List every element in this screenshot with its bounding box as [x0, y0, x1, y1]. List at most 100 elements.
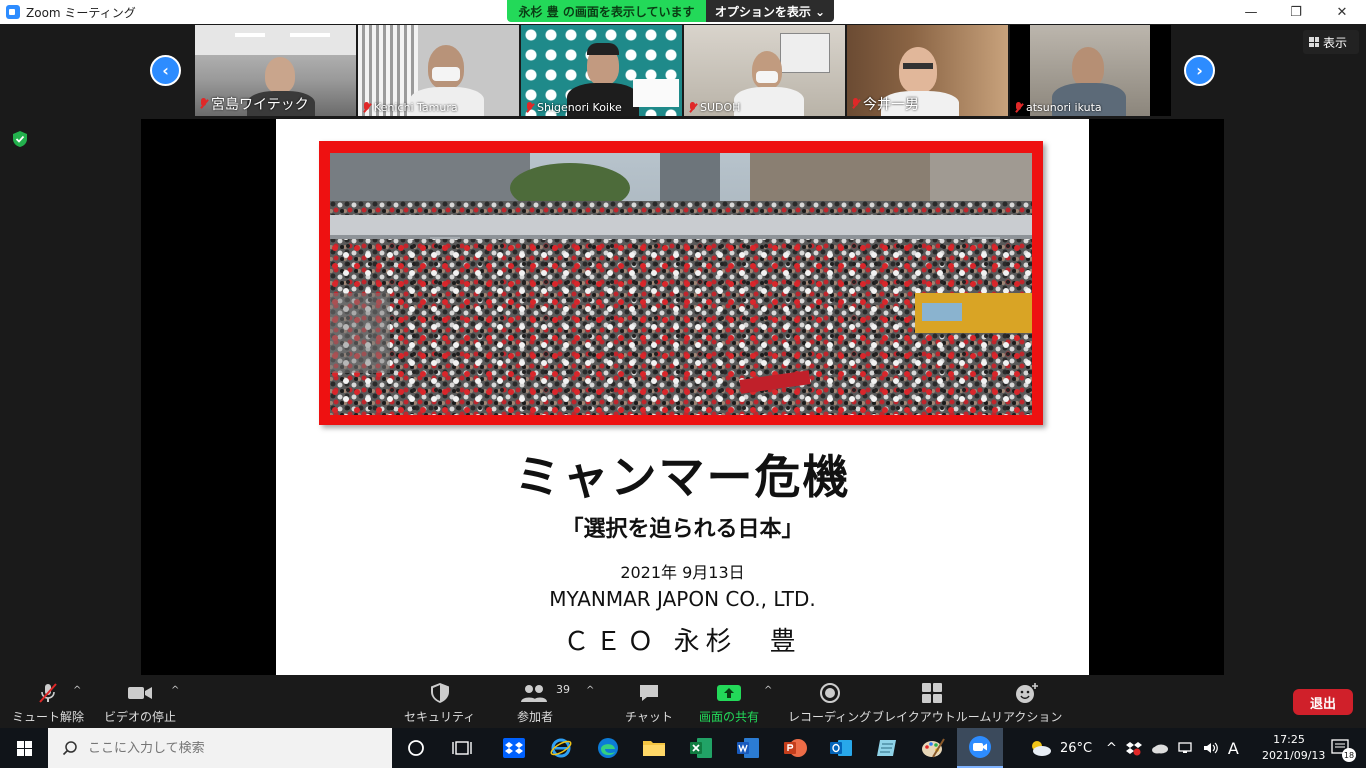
leave-meeting-button[interactable]: 退出 — [1293, 689, 1353, 715]
taskbar-excel[interactable] — [685, 732, 717, 764]
participant-gallery: 宮島ワイテック Kenichi Tamura Shigenori Koike S… — [195, 25, 1171, 116]
cortana-circle-icon — [408, 740, 424, 756]
chat-button[interactable]: チャット — [625, 681, 673, 725]
participant-name: Shigenori Koike — [525, 101, 622, 114]
view-mode-button[interactable]: 表示 — [1303, 30, 1359, 54]
notification-count-badge: 18 — [1342, 748, 1356, 762]
taskbar-powerpoint[interactable] — [779, 732, 811, 764]
video-options-caret[interactable]: ^ — [171, 685, 179, 696]
edge-browser-icon — [598, 738, 618, 758]
search-input[interactable] — [88, 740, 368, 756]
gallery-prev-button[interactable]: ‹ — [150, 55, 181, 86]
participant-tile[interactable]: SUDOH — [684, 25, 845, 116]
grid-view-icon — [1309, 37, 1319, 47]
sharing-status-text: 永杉 豊 の画面を表示しています — [507, 0, 706, 22]
weather-widget[interactable]: 26°C — [1028, 728, 1092, 768]
encryption-shield-icon[interactable] — [11, 129, 28, 148]
participant-name: atsunori ikuta — [1014, 101, 1102, 114]
screen-share-banner: 永杉 豊 の画面を表示しています オプションを表示 ⌄ — [507, 0, 834, 22]
breakout-rooms-button[interactable]: ブレイクアウトルーム — [872, 681, 991, 725]
mic-muted-icon — [688, 101, 697, 114]
reactions-button[interactable]: リアクション — [991, 681, 1062, 725]
shield-icon — [430, 681, 450, 705]
reactions-label: リアクション — [991, 710, 1063, 724]
slide-photo-frame — [319, 141, 1043, 425]
gallery-next-button[interactable]: › — [1184, 55, 1215, 86]
paint-palette-icon — [922, 738, 945, 758]
taskbar-word[interactable] — [732, 732, 764, 764]
tray-chevron-up-icon[interactable]: ^ — [1106, 741, 1117, 756]
participant-tile[interactable]: Kenichi Tamura — [358, 25, 519, 116]
network-icon[interactable] — [1178, 741, 1194, 755]
protest-crowd-photo — [330, 153, 1032, 415]
participants-icon: 39 — [520, 681, 570, 705]
ime-indicator[interactable]: A — [1228, 739, 1239, 758]
share-options-caret[interactable]: ^ — [764, 685, 772, 696]
slide-subtitle: 「選択を迫られる日本」 — [561, 517, 804, 542]
meeting-toolbar: ミュート解除 ^ ビデオの停止 ^ セキュリティ 39 参加者 ^ チャット 画… — [0, 675, 1366, 728]
cortana-button[interactable] — [400, 732, 432, 764]
internet-explorer-icon — [550, 738, 572, 758]
taskbar-paint[interactable] — [917, 732, 949, 764]
taskbar-edge[interactable] — [592, 732, 624, 764]
participants-label: 参加者 — [517, 710, 554, 724]
participant-tile[interactable]: 宮島ワイテック — [195, 25, 356, 116]
share-screen-button[interactable]: 画面の共有 — [699, 681, 759, 725]
chat-label: チャット — [625, 710, 673, 724]
security-button[interactable]: セキュリティ — [404, 681, 475, 725]
participant-tile[interactable]: 今井一男 — [847, 25, 1008, 116]
participant-tile[interactable]: Shigenori Koike — [521, 25, 682, 116]
smiley-icon — [1015, 681, 1039, 705]
stop-video-button[interactable]: ビデオの停止 — [104, 681, 176, 725]
share-screen-label: 画面の共有 — [699, 710, 760, 724]
slide-company: MYANMAR JAPON CO., LTD. — [549, 587, 816, 611]
unmute-label: ミュート解除 — [12, 710, 85, 724]
word-icon — [737, 738, 759, 758]
participant-name: Kenichi Tamura — [362, 101, 458, 114]
close-button[interactable]: ✕ — [1319, 0, 1365, 24]
security-label: セキュリティ — [404, 710, 476, 724]
taskbar-file-explorer[interactable] — [638, 732, 670, 764]
task-view-button[interactable] — [446, 732, 478, 764]
taskbar-clock[interactable]: 17:25 2021/09/13 — [1262, 732, 1326, 764]
record-button[interactable]: レコーディング — [788, 681, 871, 725]
shared-screen: ミャンマー危機 「選択を迫られる日本」 2021年 9月13日 MYANMAR … — [141, 119, 1224, 675]
audio-options-caret[interactable]: ^ — [73, 685, 81, 696]
windows-taskbar: 26°C ^ A 17:25 2021/09/13 18 — [0, 728, 1366, 768]
notification-center-button[interactable]: 18 — [1324, 728, 1358, 768]
dropbox-icon — [503, 738, 525, 758]
start-button[interactable] — [0, 728, 48, 768]
taskbar-notes-app[interactable] — [871, 732, 903, 764]
onedrive-cloud-icon[interactable] — [1151, 742, 1169, 754]
partly-cloudy-icon — [1032, 741, 1051, 756]
dropbox-tray-icon[interactable] — [1125, 740, 1142, 756]
participant-name: SUDOH — [688, 101, 740, 114]
taskbar-outlook[interactable] — [825, 732, 857, 764]
powerpoint-icon — [784, 739, 807, 757]
taskbar-internet-explorer[interactable] — [545, 732, 577, 764]
participant-tile[interactable]: atsunori ikuta — [1010, 25, 1171, 116]
maximize-button[interactable]: ❐ — [1273, 0, 1319, 24]
clock-date: 2021/09/13 — [1262, 749, 1326, 762]
slide-ceo: ＣＥＯ 永杉 豊 — [563, 627, 802, 657]
record-label: レコーディング — [788, 710, 872, 724]
participants-options-caret[interactable]: ^ — [586, 685, 594, 696]
speaker-icon[interactable] — [1203, 741, 1219, 755]
breakout-rooms-label: ブレイクアウトルーム — [872, 710, 992, 724]
stop-video-label: ビデオの停止 — [104, 710, 177, 724]
participants-button[interactable]: 39 参加者 — [517, 681, 570, 725]
weather-temperature: 26°C — [1060, 740, 1093, 756]
mic-muted-icon — [851, 98, 860, 110]
taskbar-dropbox[interactable] — [498, 732, 530, 764]
taskbar-zoom[interactable] — [957, 728, 1003, 768]
zoom-logo-icon — [6, 5, 20, 19]
presentation-slide: ミャンマー危機 「選択を迫られる日本」 2021年 9月13日 MYANMAR … — [276, 119, 1089, 675]
slide-date: 2021年 9月13日 — [620, 563, 745, 582]
view-options-button[interactable]: オプションを表示 ⌄ — [706, 0, 834, 22]
clock-time: 17:25 — [1273, 733, 1305, 746]
participants-count: 39 — [556, 683, 570, 696]
taskbar-search[interactable] — [48, 728, 392, 768]
participant-name: 今井一男 — [851, 94, 919, 114]
minimize-button[interactable]: — — [1228, 0, 1274, 24]
mic-muted-icon — [362, 101, 371, 114]
